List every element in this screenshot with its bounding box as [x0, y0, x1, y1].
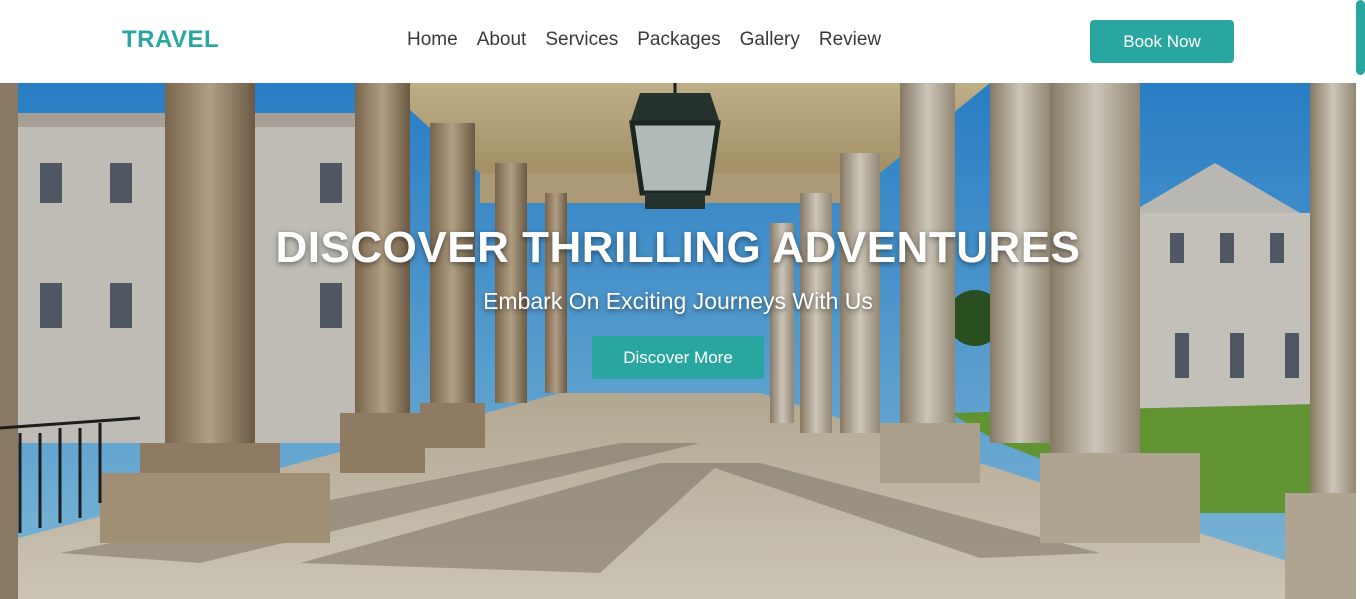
- discover-more-button[interactable]: Discover More: [592, 336, 764, 379]
- nav-link-gallery[interactable]: Gallery: [740, 29, 800, 50]
- book-now-button[interactable]: Book Now: [1090, 20, 1234, 63]
- nav-link-review[interactable]: Review: [819, 29, 881, 50]
- main-nav: Home About Services Packages Gallery Rev…: [407, 29, 881, 51]
- brand-logo[interactable]: TRAVEL: [122, 26, 219, 54]
- hero-subtitle: Embark On Exciting Journeys With Us: [483, 288, 873, 314]
- nav-item-home: Home: [407, 29, 458, 51]
- nav-link-packages[interactable]: Packages: [637, 29, 720, 50]
- nav-item-packages: Packages: [637, 29, 720, 51]
- page-scrollbar-thumb[interactable]: [1356, 0, 1365, 75]
- nav-item-services: Services: [545, 29, 618, 51]
- nav-link-about[interactable]: About: [477, 29, 527, 50]
- nav-item-gallery: Gallery: [740, 29, 800, 51]
- nav-link-home[interactable]: Home: [407, 29, 458, 50]
- hero-title: DISCOVER THRILLING ADVENTURES: [275, 223, 1081, 272]
- hero-section: DISCOVER THRILLING ADVENTURES Embark On …: [0, 83, 1356, 599]
- top-navbar: TRAVEL Home About Services Packages Gall…: [0, 0, 1365, 83]
- nav-link-services[interactable]: Services: [545, 29, 618, 50]
- nav-item-about: About: [477, 29, 527, 51]
- nav-item-review: Review: [819, 29, 881, 51]
